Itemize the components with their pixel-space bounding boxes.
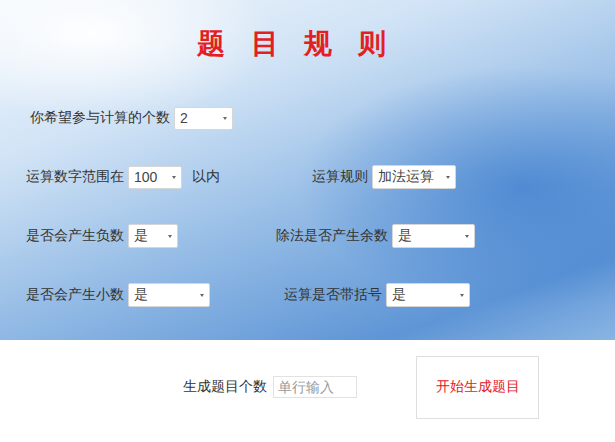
dropdown-arrow-icon: [460, 294, 464, 297]
dropdown-arrow-icon: [446, 176, 450, 179]
rule-field: 除法是否产生余数是: [276, 224, 475, 248]
dropdown-arrow-icon: [223, 117, 227, 120]
dropdown-arrow-icon: [200, 294, 204, 297]
field-label: 运算规则: [312, 168, 368, 186]
field-label: 是否会产生小数: [26, 286, 124, 304]
rule-field: 运算规则加法运算: [312, 165, 456, 189]
field-select[interactable]: 是: [392, 224, 475, 248]
dropdown-arrow-icon: [465, 235, 469, 238]
count-label: 生成题目个数: [183, 378, 267, 396]
dropdown-arrow-icon: [172, 176, 176, 179]
generate-button[interactable]: 开始生成题目: [416, 356, 539, 419]
rule-row: 你希望参与计算的个数2: [26, 106, 615, 130]
count-input[interactable]: [273, 376, 357, 398]
field-select[interactable]: 是: [386, 283, 470, 307]
page: 题 目 规 则你希望参与计算的个数2 运算数字范围在100 以内 运算规则加法运算是否…: [0, 0, 615, 442]
rule-row: 是否会产生小数是运算是否带括号是: [26, 283, 615, 307]
rules-title: 题 目 规 则: [0, 26, 615, 62]
dropdown-arrow-icon: [168, 235, 172, 238]
rule-row: 是否会产生负数是除法是否产生余数是: [26, 224, 615, 248]
rules-panel: 题 目 规 则你希望参与计算的个数2 运算数字范围在100 以内 运算规则加法运算是否…: [0, 0, 615, 340]
generate-bar: 生成题目个数 开始生成题目: [0, 340, 615, 442]
rule-field: 运算是否带括号是: [284, 283, 470, 307]
field-suffix: 以内: [192, 168, 220, 186]
rule-field: 你希望参与计算的个数2: [30, 107, 233, 130]
rule-row: 运算数字范围在100 以内 运算规则加法运算: [26, 165, 615, 189]
field-select[interactable]: 100: [128, 166, 182, 189]
rule-field: 运算数字范围在100 以内: [26, 166, 220, 189]
field-label: 除法是否产生余数: [276, 227, 388, 245]
field-label: 运算数字范围在: [26, 168, 124, 186]
rule-field: 是否会产生小数是: [26, 283, 210, 307]
field-label: 是否会产生负数: [26, 227, 124, 245]
field-select[interactable]: 是: [128, 224, 178, 248]
field-select[interactable]: 2: [174, 107, 233, 130]
field-label: 运算是否带括号: [284, 286, 382, 304]
rule-rows: 你希望参与计算的个数2运算数字范围在100以内运算规则加法运算是否会产生负数是除…: [0, 106, 615, 307]
rule-field: 是否会产生负数是: [26, 224, 178, 248]
field-select[interactable]: 是: [128, 283, 210, 307]
field-label: 你希望参与计算的个数: [30, 109, 170, 127]
field-select[interactable]: 加法运算: [372, 165, 456, 189]
